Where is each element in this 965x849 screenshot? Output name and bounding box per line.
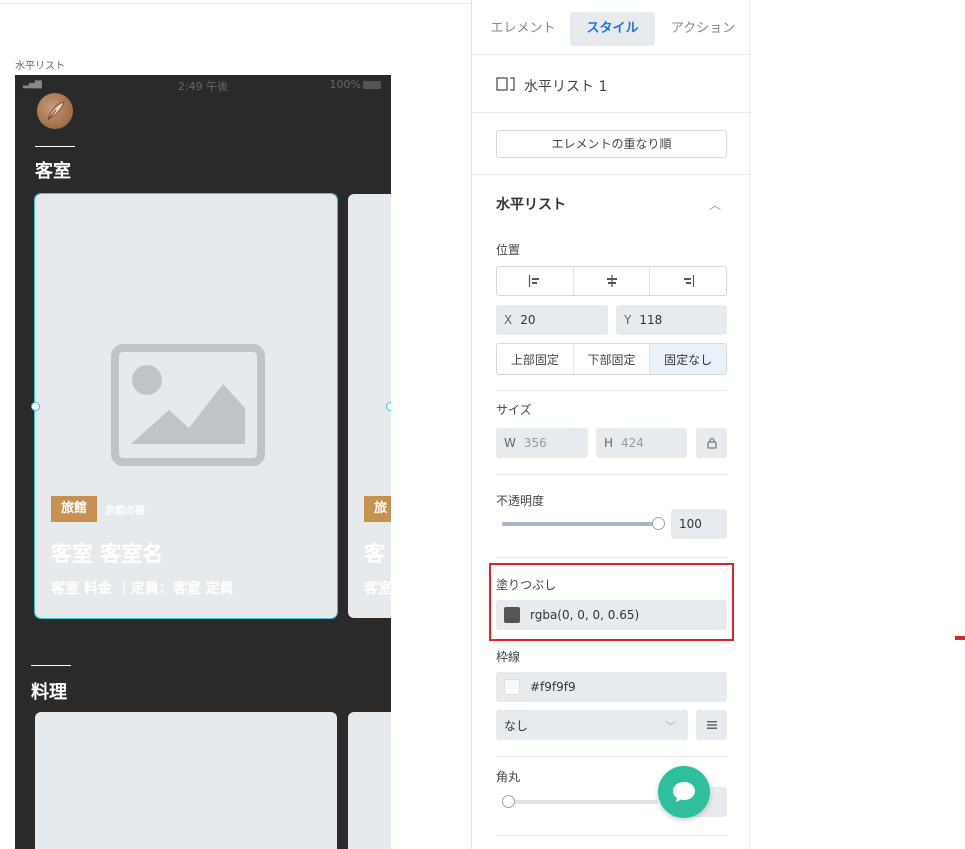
border-menu-button[interactable] — [696, 710, 727, 740]
width-field[interactable]: W 356 — [496, 428, 588, 458]
border-swatch[interactable] — [504, 679, 520, 695]
cuisine-card[interactable] — [348, 712, 391, 849]
section-header-horizontal-list[interactable]: 水平リスト ︿ — [496, 194, 727, 214]
align-segmented-control — [496, 266, 727, 296]
pin-segmented-control: 上部固定 下部固定 固定なし — [496, 343, 727, 375]
divider — [496, 835, 727, 836]
category-badge: 旅館 — [51, 496, 98, 522]
aspect-lock-button[interactable] — [696, 428, 727, 458]
card-badge-row: 旅館 京都の宿 — [51, 496, 145, 522]
align-right-icon — [684, 275, 695, 287]
image-placeholder-icon — [111, 344, 265, 470]
divider — [496, 557, 727, 558]
border-color-field[interactable]: #f9f9f9 — [496, 672, 727, 702]
h-key: H — [604, 436, 614, 450]
card-badge-row: 旅 — [364, 496, 391, 522]
tab-action[interactable]: アクション — [662, 12, 744, 46]
y-value: 118 — [639, 313, 663, 327]
divider — [472, 54, 751, 55]
x-key: X — [504, 313, 513, 327]
card-title: 客 — [364, 542, 385, 566]
pin-bottom-option[interactable]: 下部固定 — [574, 344, 651, 374]
w-key: W — [504, 436, 516, 450]
radius-label: 角丸 — [496, 770, 521, 784]
section-header-label: 水平リスト — [496, 197, 566, 213]
align-left-icon — [528, 275, 539, 287]
position-label: 位置 — [496, 243, 521, 257]
align-left-button[interactable] — [497, 267, 574, 295]
border-color-value: #f9f9f9 — [530, 680, 576, 694]
pin-none-option[interactable]: 固定なし — [650, 344, 726, 374]
canvas-element-label: 水平リスト — [15, 61, 65, 72]
section-title-rooms: 客室 — [35, 161, 71, 182]
status-battery: 100% — [330, 78, 381, 91]
chat-button[interactable] — [658, 766, 710, 818]
cuisine-card[interactable] — [35, 712, 337, 849]
chat-bubble-icon — [673, 782, 695, 802]
element-name-row: 水平リスト 1 — [496, 76, 607, 96]
panel-tabs: エレメント スタイル アクション — [472, 12, 751, 46]
opacity-slider-thumb[interactable] — [652, 517, 665, 530]
battery-icon — [363, 81, 381, 89]
properties-panel: エレメント スタイル アクション 水平リスト 1 エレメントの重なり順 水平リス… — [471, 0, 751, 849]
divider — [496, 390, 727, 391]
radius-slider-thumb[interactable] — [502, 795, 515, 808]
chevron-up-icon[interactable]: ︿ — [709, 196, 721, 213]
border-style-select[interactable]: なし ﹀ — [496, 710, 688, 740]
radius-slider-track[interactable] — [508, 800, 658, 804]
badge-subtext: 京都の宿 — [105, 505, 146, 517]
annotation-marker — [955, 636, 965, 640]
room-card[interactable]: 旅 客 客室 — [348, 194, 391, 618]
align-right-button[interactable] — [650, 267, 726, 295]
height-field[interactable]: H 424 — [596, 428, 687, 458]
w-value: 356 — [523, 436, 547, 450]
pin-top-option[interactable]: 上部固定 — [497, 344, 574, 374]
border-label: 枠線 — [496, 650, 521, 664]
annotation-highlight-box — [489, 563, 734, 641]
section-rule — [35, 146, 75, 147]
x-value: 20 — [520, 313, 536, 327]
x-field[interactable]: X 20 — [496, 305, 608, 335]
y-key: Y — [624, 313, 632, 327]
opacity-value: 100 — [679, 517, 702, 531]
y-field[interactable]: Y 118 — [616, 305, 727, 335]
horizontal-list-icon — [496, 76, 516, 96]
element-name: 水平リスト 1 — [524, 79, 608, 95]
feather-logo-icon — [37, 93, 73, 129]
section-title-cuisine: 料理 — [31, 682, 67, 703]
section-rule — [31, 665, 71, 666]
menu-lines-icon — [706, 721, 717, 729]
top-divider — [0, 3, 471, 4]
opacity-slider-fill — [502, 522, 658, 526]
app-root: 水平リスト ▂▄▆ 2:49 午後 100% 客室 旅館 京都の宿 客室 客室名… — [0, 0, 965, 849]
h-value: 424 — [621, 436, 644, 450]
opacity-label: 不透明度 — [496, 494, 545, 508]
phone-preview[interactable]: ▂▄▆ 2:49 午後 100% 客室 旅館 京都の宿 客室 客室名 客室 料金… — [15, 75, 391, 849]
opacity-input[interactable]: 100 — [671, 509, 727, 539]
align-center-icon — [606, 275, 617, 287]
status-bar: ▂▄▆ 2:49 午後 100% — [15, 75, 391, 95]
chevron-down-icon: ﹀ — [665, 720, 676, 733]
tab-style[interactable]: スタイル — [570, 12, 655, 46]
category-badge: 旅 — [364, 496, 391, 522]
divider — [496, 474, 727, 475]
divider — [472, 112, 751, 113]
resize-handle-left[interactable] — [31, 402, 40, 411]
card-subtitle: 客室 — [364, 581, 391, 597]
battery-percent: 100% — [329, 78, 361, 91]
tab-element[interactable]: エレメント — [482, 12, 564, 46]
card-title: 客室 客室名 — [51, 542, 164, 566]
divider — [472, 174, 751, 175]
room-card[interactable]: 旅館 京都の宿 客室 客室名 客室 料金 ｜定員：客室 定員 — [34, 193, 338, 619]
border-style-value: なし — [504, 718, 529, 733]
card-subtitle: 客室 料金 ｜定員：客室 定員 — [51, 581, 234, 597]
align-center-button[interactable] — [574, 267, 651, 295]
divider — [496, 756, 727, 757]
size-label: サイズ — [496, 403, 532, 417]
lock-icon — [706, 437, 717, 449]
layer-order-button[interactable]: エレメントの重なり順 — [496, 130, 727, 158]
resize-handle-right[interactable] — [386, 402, 391, 411]
